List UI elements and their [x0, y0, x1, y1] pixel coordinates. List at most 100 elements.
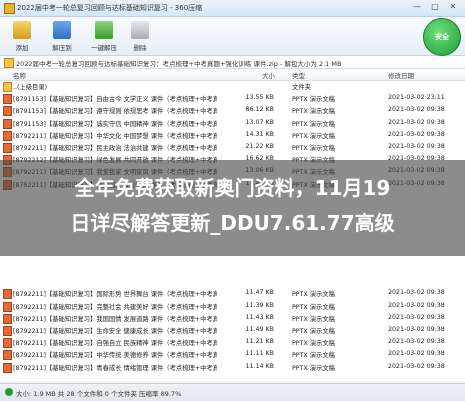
file-name: [8791153]【基础知识复习】自由古今 文学正义 课件（考点梳理+中考真..…	[13, 96, 217, 104]
file-row[interactable]: ..(上级目录) 文件夹	[0, 81, 465, 92]
minimize-button[interactable]: —	[410, 1, 424, 13]
file-name: [8792211]【基础知识复习】中华文化 中国梦想 课件（考点梳理+中考真..…	[13, 132, 217, 140]
file-row[interactable]: [8792211]【基础知识复习】青春成长 情绪管理 课件（考点梳理+中考真..…	[0, 362, 465, 373]
security-shield-button[interactable]: 安全	[423, 18, 461, 56]
app-icon	[4, 3, 15, 14]
extract-button[interactable]: 解压到	[44, 19, 80, 53]
file-date: 2021-03-02 09:38	[388, 289, 445, 297]
add-label: 添加	[15, 44, 29, 52]
pptx-file-icon	[3, 289, 12, 300]
file-date: 2021-03-02 23:11	[388, 94, 445, 102]
file-type: PPTX 演示文稿	[292, 120, 335, 128]
file-type: PPTX 演示文稿	[292, 96, 335, 104]
file-name: ..(上级目录)	[13, 84, 48, 91]
file-type: PPTX 演示文稿	[292, 108, 335, 116]
pptx-file-icon	[3, 326, 12, 336]
col-size[interactable]: 大小	[262, 70, 275, 80]
file-date: 2021-03-02 09:38	[388, 362, 445, 370]
one-click-extract-button[interactable]: 一键解压	[86, 19, 122, 53]
file-type: PPTX 演示文稿	[292, 291, 335, 299]
file-date: 2021-03-02 09:38	[388, 130, 445, 138]
file-row[interactable]: [8792211]【基础知识复习】自强自立 民族精神 课件（考点梳理+中考真..…	[0, 337, 465, 349]
file-row[interactable]: [8791153]【基础知识复习】诚实守信 中国精神 课件（考点梳理+中考真..…	[0, 118, 465, 129]
delete-label: 删除	[133, 44, 147, 52]
status-bar: 大小: 1.9 MB 共 28 个文件和 0 个文件夹 压缩率 89.7%	[0, 383, 465, 401]
one-click-extract-icon	[95, 21, 113, 39]
file-size: 11.11 KB	[245, 350, 274, 358]
file-date: 2021-03-02 09:38	[388, 106, 445, 114]
file-size: 86.12 KB	[245, 106, 274, 114]
add-button[interactable]: 添加	[4, 19, 40, 53]
file-row[interactable]	[0, 264, 465, 274]
file-size: 11.39 KB	[245, 301, 274, 309]
file-size: 13.07 KB	[245, 118, 274, 126]
file-row[interactable]	[0, 276, 465, 286]
security-label: 安全	[435, 33, 449, 41]
one-click-extract-label: 一键解压	[91, 44, 117, 52]
file-row[interactable]: [8792211]【基础知识复习】完整社会 共建美好 课件（考点梳理+中考真..…	[0, 301, 465, 312]
pptx-file-icon	[3, 143, 12, 153]
file-type: PPTX 演示文稿	[292, 364, 335, 372]
file-date: 2021-03-02 09:38	[388, 338, 445, 346]
pptx-file-icon	[3, 350, 12, 361]
close-button[interactable]: ✕	[446, 1, 460, 13]
maximize-button[interactable]: □	[428, 1, 442, 13]
file-row[interactable]: [8792211]【基础知识复习】我国国情 发展道路 课件（考点梳理+中考真..…	[0, 313, 465, 324]
file-size: 11.21 KB	[245, 338, 274, 346]
status-icon	[5, 388, 13, 396]
title-bar: 2022届中考一轮总复习回顾与达标基础知识复习 - 360压缩 — □ ✕	[0, 0, 465, 17]
path-bar[interactable]: 2022届中考一轮总复习回顾与达标基础知识复习：考点梳理+中考真题+强化训练 课…	[0, 56, 465, 69]
archive-path: 2022届中考一轮总复习回顾与达标基础知识复习：考点梳理+中考真题+强化训练 课…	[16, 60, 342, 68]
file-size: 14.31 KB	[245, 130, 274, 138]
pptx-file-icon	[3, 106, 12, 117]
file-name: [8792211]【基础知识复习】自强自立 民族精神 课件（考点梳理+中考真..…	[13, 340, 217, 348]
file-row[interactable]: [8792211]【基础知识复习】中华文化 中国梦想 课件（考点梳理+中考真..…	[0, 130, 465, 141]
file-date: 2021-03-02 09:38	[388, 326, 445, 333]
file-name: [8792211]【基础知识复习】青春成长 情绪管理 课件（考点梳理+中考真..…	[13, 364, 217, 372]
file-size: 11.49 KB	[245, 326, 274, 333]
file-size: 11.14 KB	[245, 362, 274, 370]
file-date: 2021-03-02 09:38	[388, 350, 445, 358]
pptx-file-icon	[3, 118, 12, 129]
file-row[interactable]: [8792211]【基础知识复习】国际形势 世界舞台 课件（考点梳理+中考真..…	[0, 288, 465, 300]
file-type: PPTX 演示文稿	[292, 303, 335, 311]
file-row[interactable]: [8792211]【基础知识复习】生命安全 健康成长 课件（考点梳理+中考真..…	[0, 325, 465, 336]
add-icon	[13, 21, 31, 39]
file-row[interactable]: [8792211]【基础知识复习】民主政治 法治共建 课件（考点梳理+中考真..…	[0, 142, 465, 153]
banner-line-2: 日详尽解答更新_DDU7.61.77高级	[70, 211, 395, 235]
pptx-file-icon	[3, 362, 12, 373]
pptx-file-icon	[3, 301, 12, 312]
file-name: [8792211]【基础知识复习】民主政治 法治共建 课件（考点梳理+中考真..…	[13, 145, 217, 152]
file-date: 2021-03-02 09:38	[388, 313, 445, 321]
pptx-file-icon	[3, 94, 12, 105]
archive-icon	[4, 58, 14, 68]
file-type: PPTX 演示文稿	[292, 132, 335, 140]
file-date: 2021-03-02 09:38	[388, 143, 445, 150]
file-name: [8792211]【基础知识复习】完整社会 共建美好 课件（考点梳理+中考真..…	[13, 303, 217, 311]
file-row[interactable]: [8791153]【基础知识复习】遵守规则 依规思考 课件（考点梳理+中考真..…	[0, 105, 465, 117]
delete-button[interactable]: 删除	[122, 19, 158, 53]
file-type: PPTX 演示文稿	[292, 352, 335, 360]
extract-label: 解压到	[52, 44, 72, 52]
pptx-file-icon	[3, 130, 12, 141]
file-size: 11.47 KB	[245, 289, 274, 297]
file-row[interactable]: [8791153]【基础知识复习】自由古今 文学正义 课件（考点梳理+中考真..…	[0, 93, 465, 105]
col-type[interactable]: 类型	[292, 70, 305, 80]
col-name[interactable]: 名称	[13, 70, 26, 80]
status-text: 大小: 1.9 MB 共 28 个文件和 0 个文件夹 压缩率 89.7%	[16, 390, 182, 398]
file-type: PPTX 演示文稿	[292, 328, 335, 335]
file-name: [8792211]【基础知识复习】我国国情 发展道路 课件（考点梳理+中考真..…	[13, 315, 217, 323]
file-size: 11.43 KB	[245, 313, 274, 321]
column-header: 名称 大小 类型 修改日期	[0, 69, 465, 81]
file-name: [8792211]【基础知识复习】中华传统 美德修养 课件（考点梳理+中考真..…	[13, 352, 217, 360]
pptx-file-icon	[3, 313, 12, 324]
extract-icon	[53, 21, 71, 39]
file-row[interactable]: [8792211]【基础知识复习】中华传统 美德修养 课件（考点梳理+中考真..…	[0, 349, 465, 361]
parent-folder-icon	[3, 82, 12, 92]
col-date[interactable]: 修改日期	[388, 70, 414, 80]
trash-icon	[131, 21, 149, 39]
file-size: 21.22 KB	[245, 143, 274, 150]
file-type: 文件夹	[292, 84, 311, 91]
banner-line-1: 全年免费获取新奥门资料，11月19	[74, 176, 391, 200]
watermark-banner: 全年免费获取新奥门资料，11月19 日详尽解答更新_DDU7.61.77高级	[0, 160, 465, 256]
